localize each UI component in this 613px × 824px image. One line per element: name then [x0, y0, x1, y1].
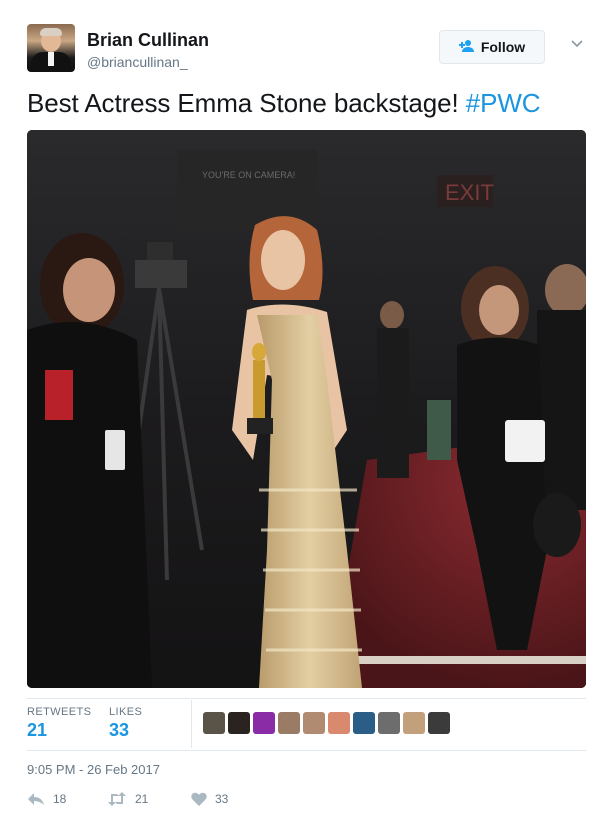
chevron-down-icon[interactable] [569, 36, 585, 52]
divider-mid [27, 750, 586, 751]
tweet-timestamp[interactable]: 9:05 PM - 26 Feb 2017 [27, 762, 160, 777]
tweet-header: Brian Cullinan @briancullinan_ Follow [27, 24, 589, 74]
retweet-count: 21 [135, 792, 149, 806]
tweet-photo[interactable]: YOU'RE ON CAMERA! EXIT [27, 130, 586, 688]
liker-avatars [203, 712, 450, 734]
tweet-text: Best Actress Emma Stone backstage! #PWC [27, 88, 541, 119]
liker-avatar[interactable] [228, 712, 250, 734]
like-count: 33 [215, 792, 229, 806]
stats-divider [191, 700, 192, 748]
add-user-icon [458, 39, 475, 56]
liker-avatar[interactable] [253, 712, 275, 734]
reply-icon [27, 792, 45, 806]
tweet-body: Best Actress Emma Stone backstage! [27, 88, 466, 118]
retweets-stat[interactable]: RETWEETS 21 [27, 706, 91, 741]
liker-avatar[interactable] [278, 712, 300, 734]
retweets-value: 21 [27, 720, 48, 740]
liker-avatar[interactable] [353, 712, 375, 734]
liker-avatar[interactable] [403, 712, 425, 734]
heart-icon [191, 792, 207, 806]
exit-sign: EXIT [445, 180, 494, 205]
author-avatar[interactable] [27, 24, 75, 72]
liker-avatar[interactable] [378, 712, 400, 734]
author-handle[interactable]: @briancullinan_ [87, 54, 188, 70]
hashtag-link[interactable]: #PWC [466, 88, 541, 118]
photo-scene: YOU'RE ON CAMERA! EXIT [27, 130, 586, 688]
retweet-action[interactable]: 21 [107, 792, 148, 806]
tweet-stats: RETWEETS 21 LIKES 33 [27, 700, 586, 748]
likes-stat[interactable]: LIKES 33 [109, 706, 142, 741]
liker-avatar[interactable] [203, 712, 225, 734]
liker-avatar[interactable] [303, 712, 325, 734]
author-name[interactable]: Brian Cullinan [87, 30, 209, 51]
retweets-label: RETWEETS [27, 706, 92, 718]
divider-top [27, 698, 586, 699]
like-action[interactable]: 33 [191, 792, 228, 806]
liker-avatar[interactable] [428, 712, 450, 734]
likes-label: LIKES [109, 706, 143, 718]
retweet-icon [107, 792, 127, 806]
camera-sign: YOU'RE ON CAMERA! [202, 170, 295, 180]
follow-label: Follow [480, 39, 526, 55]
reply-action[interactable]: 18 [27, 792, 66, 806]
liker-avatar[interactable] [328, 712, 350, 734]
likes-value: 33 [109, 720, 130, 740]
reply-count: 18 [53, 792, 67, 806]
follow-button[interactable]: Follow [439, 30, 545, 64]
